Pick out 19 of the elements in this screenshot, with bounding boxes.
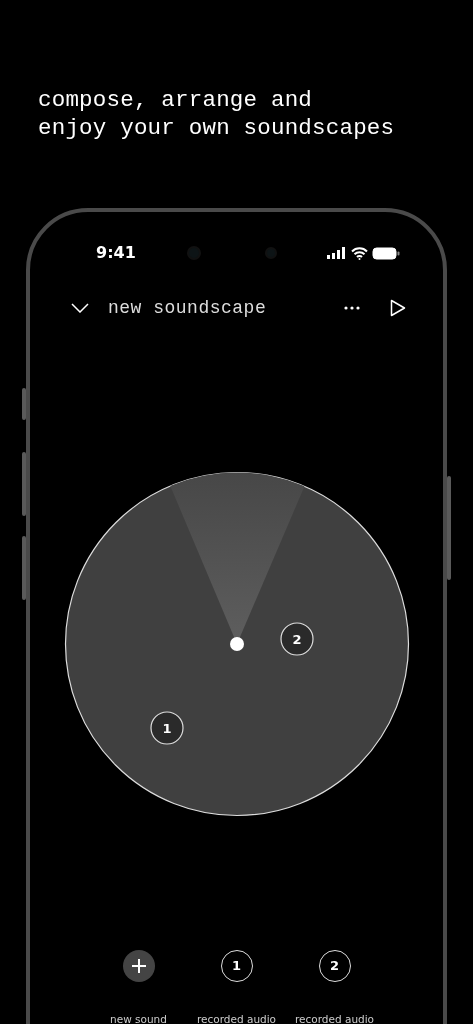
battery-icon [372, 246, 400, 260]
signal-icon [327, 247, 347, 259]
plus-icon [131, 959, 146, 973]
listener-dot[interactable] [229, 637, 244, 651]
status-time: 9:41 [96, 242, 136, 264]
chevron-down-icon [71, 303, 89, 313]
sound-label: recorded audio [196, 1012, 277, 1024]
more-icon [344, 306, 360, 310]
sound-button[interactable]: 1 [220, 950, 253, 982]
play-icon [390, 299, 406, 317]
headline: compose, arrange and enjoy your own soundscapes [37, 86, 396, 142]
sound-marker[interactable]: 2 [279, 622, 314, 656]
sound-marker[interactable]: 1 [149, 711, 184, 745]
wifi-icon [351, 246, 368, 260]
sound-button[interactable]: 2 [318, 950, 351, 982]
sound-label: recorded audio [294, 1012, 375, 1024]
add-sound-button[interactable] [122, 950, 155, 982]
sound-label: new sound [110, 1012, 167, 1024]
soundscape-title: new soundscape [108, 296, 267, 320]
